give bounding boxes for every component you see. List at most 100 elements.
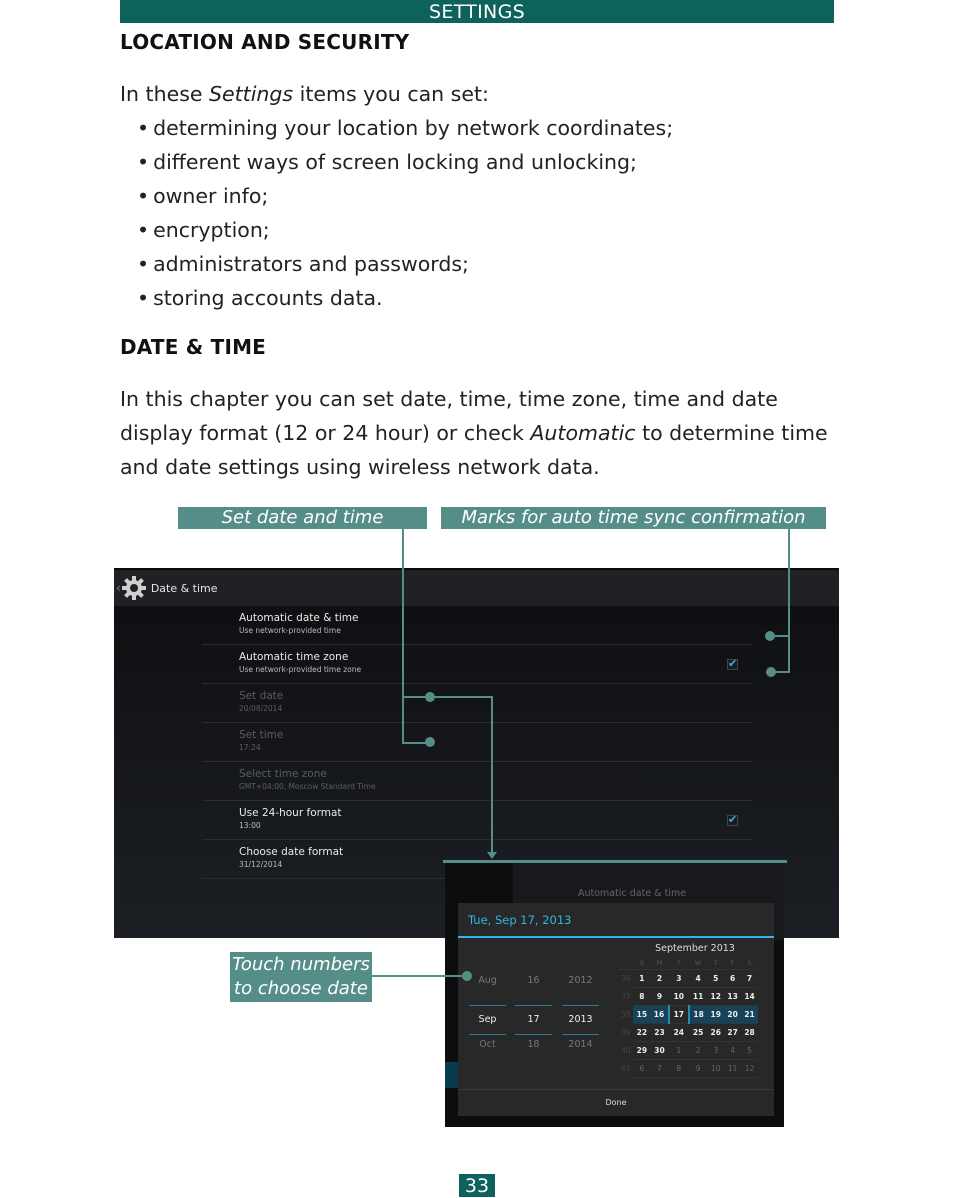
calendar-day[interactable]: 28 <box>741 1023 758 1042</box>
calendar-day[interactable]: 12 <box>707 987 725 1006</box>
done-button[interactable]: Done <box>458 1089 774 1116</box>
picker-prev[interactable]: Aug <box>469 973 506 1005</box>
background-label: Automatic date & time <box>578 888 687 899</box>
row-title: Automatic date & time <box>239 612 359 624</box>
list-item: different ways of screen locking and unl… <box>137 145 673 179</box>
calendar-day[interactable]: 22 <box>633 1023 651 1042</box>
row-24-hour-format[interactable]: Use 24-hour format 13:00 <box>202 801 752 840</box>
calendar-day[interactable]: 5 <box>707 969 725 988</box>
picker-selected[interactable]: 17 <box>515 1005 552 1035</box>
picker-selected[interactable]: Sep <box>469 1005 506 1035</box>
calendar-day[interactable]: 1 <box>633 969 651 988</box>
callout-line-1: Touch numbers <box>232 954 370 975</box>
calendar-day[interactable]: 19 <box>707 1005 725 1024</box>
calendar-day[interactable]: 18 <box>688 1005 708 1024</box>
calendar-day[interactable]: 7 <box>741 969 758 988</box>
intro-text: In these <box>120 82 210 106</box>
calendar-day[interactable]: 9 <box>650 987 669 1006</box>
week-number: 36 <box>620 973 631 983</box>
callout-auto-sync: Marks for auto time sync confirmation <box>441 507 826 529</box>
weekday-header: S <box>741 957 758 970</box>
connector-dot <box>425 737 435 747</box>
row-title: Select time zone <box>239 768 327 780</box>
calendar-day[interactable]: 23 <box>650 1023 669 1042</box>
calendar-day[interactable]: 5 <box>741 1041 758 1060</box>
heading-date-time: DATE & TIME <box>120 335 267 359</box>
row-summary: 20/08/2014 <box>239 704 283 713</box>
calendar-day[interactable]: 10 <box>668 987 689 1006</box>
section-header: SETTINGS <box>120 0 834 23</box>
checkbox-checked-icon[interactable] <box>727 657 738 670</box>
calendar-day[interactable]: 29 <box>633 1041 651 1060</box>
row-summary: GMT+04:00, Moscow Standard Time <box>239 782 376 791</box>
calendar-week-row: 40 29 30 1 2 3 4 5 <box>618 1041 758 1060</box>
row-set-date[interactable]: Set date 20/08/2014 <box>202 684 752 723</box>
calendar-day[interactable]: 3 <box>668 969 689 988</box>
calendar-day[interactable]: 11 <box>688 987 708 1006</box>
calendar-day[interactable]: 26 <box>707 1023 725 1042</box>
calendar-day[interactable]: 4 <box>724 1041 742 1060</box>
row-set-time[interactable]: Set time 17:24 <box>202 723 752 762</box>
calendar-day[interactable]: 15 <box>633 1005 651 1024</box>
row-summary: Use network-provided time zone <box>239 665 362 674</box>
calendar-day[interactable]: 17 <box>667 1005 690 1024</box>
calendar-day[interactable]: 16 <box>650 1005 669 1024</box>
gear-icon[interactable] <box>121 575 147 601</box>
row-automatic-time-zone[interactable]: Automatic time zone Use network-provided … <box>202 645 752 684</box>
weekday-header: M <box>650 957 669 970</box>
connector-line <box>372 975 466 977</box>
calendar-day[interactable]: 8 <box>633 987 651 1006</box>
picker-prev[interactable]: 2012 <box>562 973 599 1005</box>
calendar-day[interactable]: 1 <box>668 1041 689 1060</box>
list-item: encryption; <box>137 213 673 247</box>
calendar-day[interactable]: 4 <box>688 969 708 988</box>
settings-list: determining your location by network coo… <box>137 111 673 315</box>
row-summary: 17:24 <box>239 743 261 752</box>
calendar-day[interactable]: 6 <box>724 969 742 988</box>
week-number: 38 <box>620 1009 631 1019</box>
calendar-week-row: 36 1 2 3 4 5 6 7 <box>618 969 758 988</box>
calendar-day[interactable]: 2 <box>650 969 669 988</box>
year-picker[interactable]: 2012 2013 2014 <box>562 973 599 1069</box>
picker-next[interactable]: Oct <box>469 1037 506 1069</box>
picker-selected[interactable]: 2013 <box>562 1005 599 1035</box>
list-item: owner info; <box>137 179 673 213</box>
picker-prev[interactable]: 16 <box>515 973 552 1005</box>
calendar-week-row: 38 15 16 17 18 19 20 21 <box>618 1005 758 1024</box>
month-picker[interactable]: Aug Sep Oct <box>469 973 506 1069</box>
calendar-day[interactable]: 6 <box>633 1059 651 1078</box>
connector-line <box>491 696 493 856</box>
calendar-day[interactable]: 3 <box>707 1041 725 1060</box>
row-automatic-date-time[interactable]: Automatic date & time Use network-provide… <box>202 606 752 645</box>
calendar-day[interactable]: 21 <box>741 1005 758 1024</box>
week-number: 37 <box>620 991 631 1001</box>
calendar-day[interactable]: 25 <box>688 1023 708 1042</box>
calendar-day[interactable]: 13 <box>724 987 742 1006</box>
checkbox-checked-icon[interactable] <box>727 813 738 826</box>
calendar-day[interactable]: 8 <box>668 1059 689 1078</box>
date-picker-dialog: Tue, Sep 17, 2013 Aug Sep Oct 16 17 18 2… <box>458 903 774 1116</box>
list-item: storing accounts data. <box>137 281 673 315</box>
arrow-down-icon <box>487 852 497 859</box>
calendar-day[interactable]: 12 <box>741 1059 758 1078</box>
week-number: 39 <box>620 1027 631 1037</box>
calendar-day[interactable]: 27 <box>724 1023 742 1042</box>
picker-next[interactable]: 18 <box>515 1037 552 1069</box>
calendar-day[interactable]: 7 <box>650 1059 669 1078</box>
callout-set-date-time: Set date and time <box>178 507 427 529</box>
list-item: administrators and passwords; <box>137 247 673 281</box>
calendar-day[interactable]: 10 <box>707 1059 725 1078</box>
calendar-day[interactable]: 11 <box>724 1059 742 1078</box>
calendar-day[interactable]: 30 <box>650 1041 669 1060</box>
calendar-day[interactable]: 2 <box>688 1041 708 1060</box>
row-select-time-zone[interactable]: Select time zone GMT+04:00, Moscow Standa… <box>202 762 752 801</box>
calendar-day[interactable]: 14 <box>741 987 758 1006</box>
date-time-paragraph: In this chapter you can set date, time, … <box>120 382 836 484</box>
calendar-day[interactable]: 20 <box>724 1005 742 1024</box>
picker-next[interactable]: 2014 <box>562 1037 599 1069</box>
day-picker[interactable]: 16 17 18 <box>515 973 552 1069</box>
row-title: Use 24-hour format <box>239 807 342 819</box>
calendar-day[interactable]: 9 <box>688 1059 708 1078</box>
calendar-day[interactable]: 24 <box>668 1023 689 1042</box>
connector-line <box>402 529 404 744</box>
